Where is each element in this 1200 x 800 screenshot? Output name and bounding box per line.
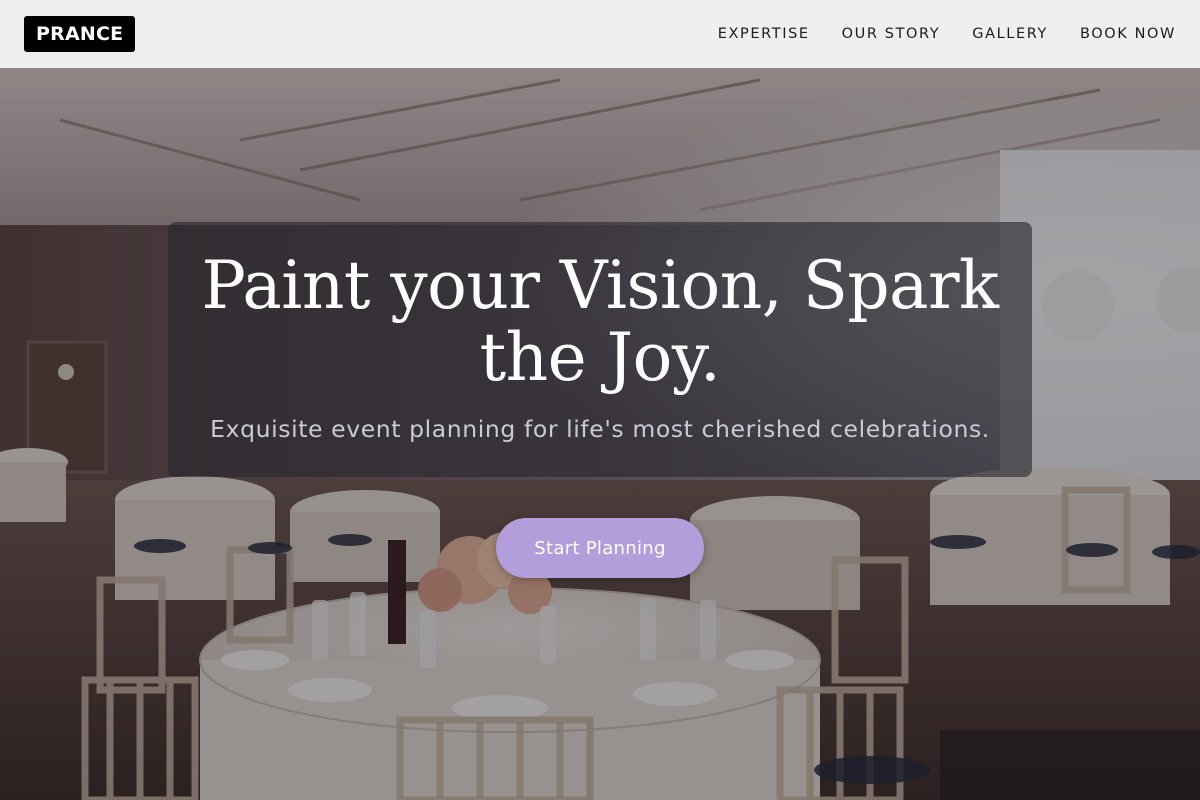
brand-logo[interactable]: PRANCE <box>24 16 136 52</box>
hero-headline-line-2: the Joy. <box>479 319 721 396</box>
main-nav: EXPERTISE OUR STORY GALLERY BOOK NOW <box>718 0 1176 68</box>
nav-link-our-story[interactable]: OUR STORY <box>842 26 941 42</box>
nav-link-gallery[interactable]: GALLERY <box>972 26 1048 42</box>
hero-headline: Paint your Vision, Spark the Joy. <box>168 250 1032 394</box>
site-header: PRANCE EXPERTISE OUR STORY GALLERY BOOK … <box>0 0 1200 68</box>
start-planning-button[interactable]: Start Planning <box>496 518 704 578</box>
landing-page: PRANCE EXPERTISE OUR STORY GALLERY BOOK … <box>0 0 1200 800</box>
hero-headline-line-1: Paint your Vision, Spark <box>201 247 999 324</box>
hero-subtitle: Exquisite event planning for life's most… <box>210 415 990 443</box>
nav-link-expertise[interactable]: EXPERTISE <box>718 26 810 42</box>
nav-link-book-now[interactable]: BOOK NOW <box>1080 26 1176 42</box>
